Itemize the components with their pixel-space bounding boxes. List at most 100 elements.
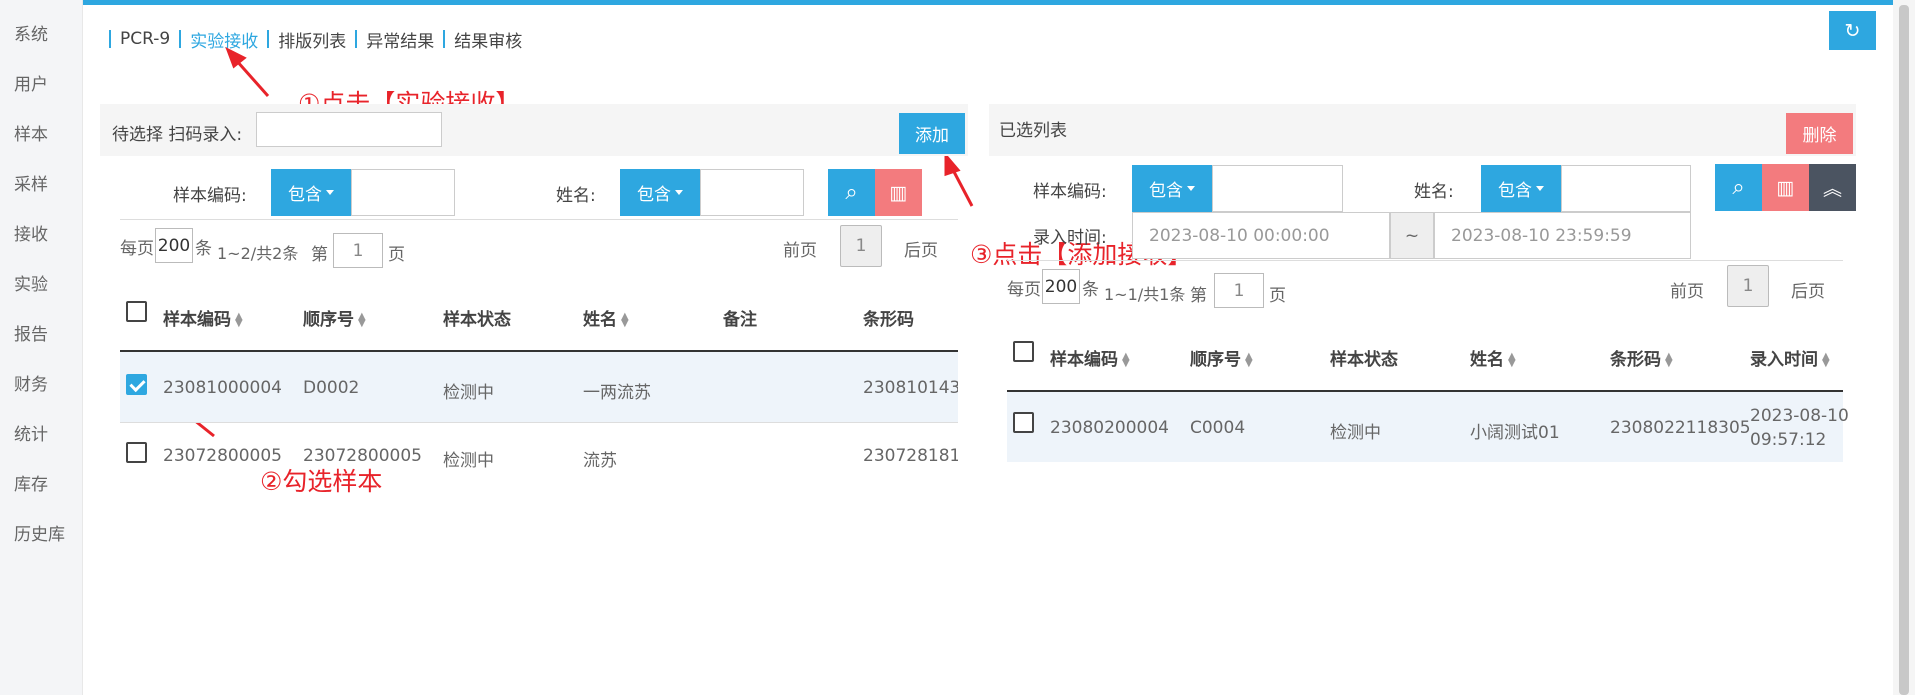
left-page-size-prefix: 每页 xyxy=(120,239,154,259)
sort-icon: ▲ ▼ xyxy=(1822,351,1830,369)
sidebar-item-receive[interactable]: 接收 xyxy=(14,220,48,245)
tab-divider xyxy=(355,30,358,48)
add-button[interactable]: 添加 xyxy=(899,113,965,154)
right-code-contains-dropdown[interactable]: 包含 xyxy=(1132,165,1212,212)
sidebar-item-experiment[interactable]: 实验 xyxy=(14,270,48,295)
sort-icon: ▲ ▼ xyxy=(621,311,629,329)
row-checkbox[interactable] xyxy=(126,374,147,395)
tab-result-review[interactable]: 结果审核 xyxy=(454,27,522,52)
tab-divider xyxy=(443,30,446,48)
sidebar-item-stats[interactable]: 统计 xyxy=(14,420,48,445)
time-end-input[interactable]: 2023-08-10 23:59:59 xyxy=(1434,212,1691,259)
tab-layout-list[interactable]: 排版列表 xyxy=(278,27,346,52)
right-col-name[interactable]: 姓名 ▲ ▼ xyxy=(1470,345,1516,370)
refresh-button[interactable]: ↻ xyxy=(1829,11,1876,50)
tab-divider xyxy=(267,30,270,48)
sort-icon: ▲ ▼ xyxy=(1122,351,1130,369)
tab-pcr9[interactable]: PCR-9 xyxy=(120,29,170,49)
right-col-sample-code[interactable]: 样本编码 ▲ ▼ xyxy=(1050,345,1130,370)
left-col-status: 样本状态 xyxy=(443,310,511,330)
right-clear-button[interactable]: ▥ xyxy=(1762,164,1809,211)
chevron-down-icon xyxy=(326,190,334,195)
right-search-button[interactable]: ⌕ xyxy=(1715,164,1762,211)
cell-sample-code: 23072800005 xyxy=(163,446,282,466)
right-col-seq[interactable]: 顺序号 ▲ ▼ xyxy=(1190,345,1253,370)
cell-status: 检测中 xyxy=(1330,423,1381,443)
left-col-seq[interactable]: 顺序号 ▲ ▼ xyxy=(303,305,366,330)
left-name-filter-input[interactable] xyxy=(700,169,804,216)
left-col-remark: 备注 xyxy=(723,310,757,330)
left-code-filter-input[interactable] xyxy=(351,169,455,216)
collapse-button[interactable]: ︽ xyxy=(1809,164,1856,211)
left-col-sample-code[interactable]: 样本编码 ▲ ▼ xyxy=(163,305,243,330)
right-page-suffix: 页 xyxy=(1269,286,1286,306)
arrow-head-step1 xyxy=(225,46,247,69)
sidebar-item-inventory[interactable]: 库存 xyxy=(14,470,48,495)
eraser-icon: ▥ xyxy=(889,181,908,204)
selected-list-title: 已选列表 xyxy=(999,121,1067,141)
cell-barcode: 23072818153 xyxy=(863,446,958,466)
cell-status: 检测中 xyxy=(443,383,494,403)
left-select-all-checkbox[interactable] xyxy=(126,301,147,322)
right-page-input[interactable]: 1 xyxy=(1214,273,1264,308)
cell-barcode: 23081014382 xyxy=(863,378,958,398)
left-col-name[interactable]: 姓名 ▲ ▼ xyxy=(583,305,629,330)
left-prev-page[interactable]: 前页 xyxy=(783,236,817,261)
right-col-entry-time[interactable]: 录入时间 ▲ ▼ xyxy=(1750,345,1830,370)
sidebar-item-collect[interactable]: 采样 xyxy=(14,170,48,195)
left-clear-button[interactable]: ▥ xyxy=(875,169,922,216)
tab-abnormal-results[interactable]: 异常结果 xyxy=(366,27,434,52)
refresh-icon: ↻ xyxy=(1844,19,1861,42)
time-separator: ~ xyxy=(1390,212,1434,259)
right-code-filter-input[interactable] xyxy=(1212,165,1343,212)
left-code-contains-dropdown[interactable]: 包含 xyxy=(271,169,351,216)
sidebar-item-user[interactable]: 用户 xyxy=(14,70,48,95)
right-name-contains-dropdown[interactable]: 包含 xyxy=(1481,165,1561,212)
right-select-all-checkbox[interactable] xyxy=(1013,341,1034,362)
sidebar-item-finance[interactable]: 财务 xyxy=(14,370,48,395)
left-page-size-select[interactable]: 200 xyxy=(155,228,193,263)
delete-button[interactable]: 删除 xyxy=(1786,113,1853,154)
left-next-page[interactable]: 后页 xyxy=(904,236,938,261)
right-col-barcode[interactable]: 条形码 ▲ ▼ xyxy=(1610,345,1673,370)
time-start-input[interactable]: 2023-08-10 00:00:00 xyxy=(1132,212,1390,259)
sidebar-item-sample[interactable]: 样本 xyxy=(14,120,48,145)
right-current-page[interactable]: 1 xyxy=(1727,265,1769,307)
contains-label: 包含 xyxy=(1149,181,1183,201)
sidebar-item-report[interactable]: 报告 xyxy=(14,320,48,345)
row-checkbox[interactable] xyxy=(1013,412,1034,433)
right-col-status: 样本状态 xyxy=(1330,350,1398,370)
left-name-contains-dropdown[interactable]: 包含 xyxy=(620,169,700,216)
right-next-page[interactable]: 后页 xyxy=(1791,277,1825,302)
left-current-page[interactable]: 1 xyxy=(840,225,882,267)
eraser-icon: ▥ xyxy=(1776,176,1795,199)
sort-icon: ▲ ▼ xyxy=(1665,351,1673,369)
cell-barcode: 2308022118305 xyxy=(1610,418,1751,438)
arrow-step3 xyxy=(950,167,974,207)
divider xyxy=(1007,260,1843,261)
scrollbar-thumb[interactable] xyxy=(1899,5,1909,695)
sort-icon: ▲ ▼ xyxy=(1508,351,1516,369)
scan-input[interactable] xyxy=(256,112,442,147)
right-page-size-select[interactable]: 200 xyxy=(1042,269,1080,304)
cell-name: 流苏 xyxy=(583,451,617,471)
sidebar-item-history[interactable]: 历史库 xyxy=(14,520,65,545)
contains-label: 包含 xyxy=(1498,181,1532,201)
sidebar-item-system[interactable]: 系统 xyxy=(14,20,48,45)
left-page-suffix: 页 xyxy=(388,245,405,265)
left-search-button[interactable]: ⌕ xyxy=(828,169,875,216)
chevron-down-icon xyxy=(1536,186,1544,191)
search-icon: ⌕ xyxy=(845,180,858,205)
top-accent-bar xyxy=(83,0,1893,5)
row-checkbox[interactable] xyxy=(126,442,147,463)
cell-name: 小阔测试01 xyxy=(1470,423,1560,443)
left-page-input[interactable]: 1 xyxy=(333,233,383,268)
entry-time-label: 录入时间: xyxy=(1033,228,1107,248)
right-prev-page[interactable]: 前页 xyxy=(1670,277,1704,302)
cell-status: 检测中 xyxy=(443,451,494,471)
arrow-step1 xyxy=(234,59,270,97)
tab-experiment-receive[interactable]: 实验接收 xyxy=(190,27,258,52)
right-title-bar xyxy=(989,104,1856,156)
right-name-filter-input[interactable] xyxy=(1561,165,1691,212)
left-page-size-suffix: 条 xyxy=(195,239,212,259)
